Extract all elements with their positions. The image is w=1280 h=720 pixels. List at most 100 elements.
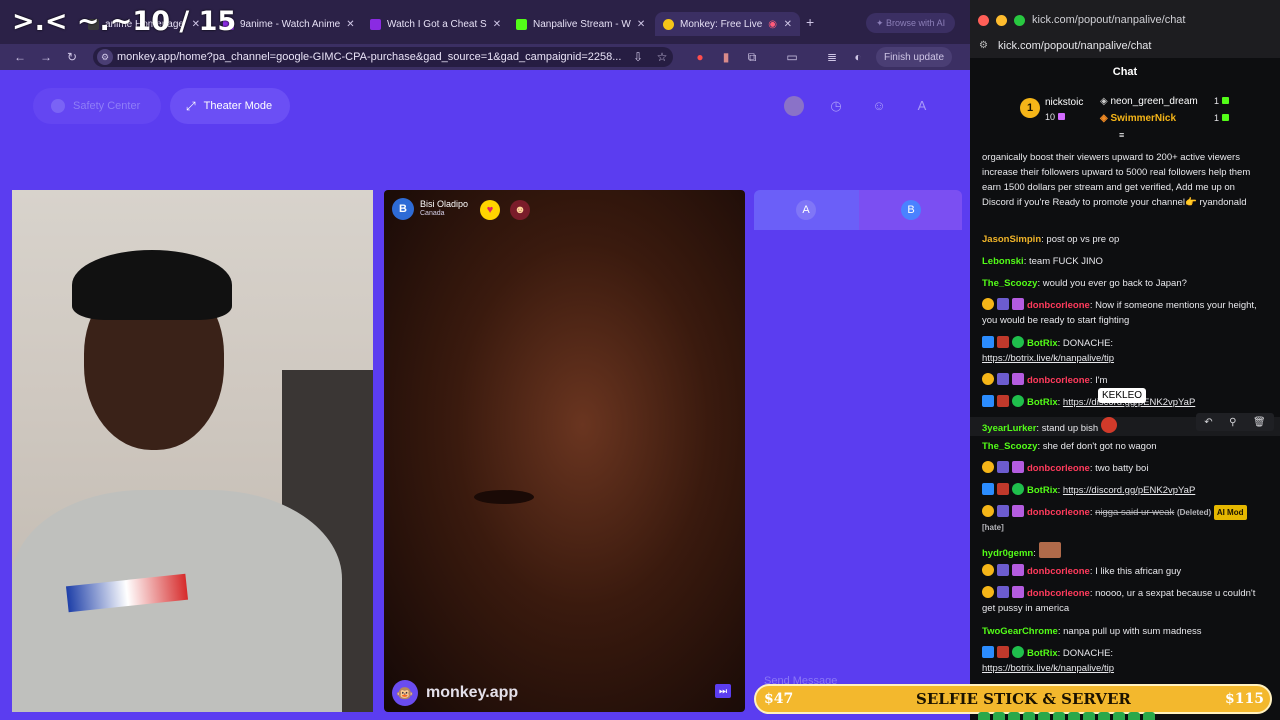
username[interactable]: TwoGearChrome: [982, 626, 1058, 637]
username[interactable]: donbcorleone: [1027, 300, 1090, 311]
bookmark-star-icon[interactable]: ☆: [654, 49, 670, 65]
close-icon[interactable]: ✕: [487, 19, 501, 30]
finish-update-button[interactable]: Finish update: [876, 47, 952, 67]
emote-icon: [978, 712, 990, 720]
history-clock-icon[interactable]: ◷: [826, 96, 846, 116]
emote-icon[interactable]: [1038, 542, 1061, 558]
eye: [474, 490, 534, 504]
ai-mod-tag: AI Mod: [1213, 505, 1247, 520]
site-info-icon[interactable]: ⚙: [979, 36, 988, 56]
new-tab-button[interactable]: +: [806, 14, 814, 30]
username[interactable]: Lebonski: [982, 256, 1024, 267]
chat-header: Chat: [1112, 66, 1138, 78]
gift-badge-icon: [1012, 461, 1024, 473]
username[interactable]: donbcorleone: [1027, 463, 1090, 474]
filter-icon[interactable]: ≡: [1119, 130, 1124, 140]
bot-badge-icon: [982, 336, 994, 348]
message-link[interactable]: https://discord.gg/pENK2vpYaP: [1063, 485, 1195, 496]
mod-badge-icon: [997, 395, 1009, 407]
close-icon[interactable]: ✕: [340, 19, 354, 30]
close-icon[interactable]: ✕: [778, 19, 792, 30]
tab-nanpalive[interactable]: Nanpalive Stream - W ✕: [508, 12, 648, 36]
heart-icon[interactable]: ♥: [480, 200, 500, 220]
count-value: 10: [1045, 112, 1056, 122]
extension-record-icon[interactable]: ●: [692, 49, 708, 65]
reload-icon[interactable]: ↻: [64, 49, 80, 65]
site-info-icon[interactable]: ⚙: [97, 49, 113, 65]
tab-monkey[interactable]: Monkey: Free Live ◉ ✕: [655, 12, 800, 36]
browse-with-ai-label: Browse with AI: [886, 18, 946, 28]
option-b-label: B: [901, 200, 921, 220]
maximize-window-icon[interactable]: [1014, 15, 1025, 26]
peer-name-block: Bisi Oladipo Canada: [420, 199, 468, 219]
mascot-icon[interactable]: ☻: [510, 200, 530, 220]
message-link[interactable]: https://botrix.live/k/nanpalive/tip: [982, 353, 1114, 364]
back-arrow-icon[interactable]: ←: [12, 49, 28, 65]
profile-initial[interactable]: A: [912, 96, 932, 116]
rank-badge: 1: [1020, 98, 1040, 118]
username[interactable]: donbcorleone: [1027, 566, 1090, 577]
username[interactable]: JasonSimpin: [982, 234, 1041, 245]
browse-with-ai-button[interactable]: ✦ Browse with AI: [866, 13, 956, 33]
kekleo-emote-icon[interactable]: [1100, 417, 1117, 433]
sidebar-icon[interactable]: ▭: [784, 49, 800, 65]
stream-overlay-counter: >.< ~.~10 / 15: [12, 6, 237, 37]
close-window-icon[interactable]: [978, 15, 989, 26]
chat-message: The_Scoozy: she def don't got no wagon: [982, 441, 1157, 452]
message-actions: ↶ ⚲ 🗑: [1196, 413, 1274, 431]
leaderboard-name[interactable]: nickstoic: [1045, 97, 1083, 108]
deleted-message-text: nigga said ur weak: [1095, 507, 1175, 518]
avatar-icon[interactable]: [784, 96, 804, 116]
sparkle-icon: ✦: [876, 18, 887, 28]
chat-message: donbcorleone: I'm: [982, 373, 1267, 388]
message-link[interactable]: https://botrix.live/k/nanpalive/tip: [982, 663, 1114, 674]
skip-next-icon[interactable]: ⏭: [715, 684, 731, 698]
tab-favicon-icon: [370, 18, 381, 30]
chat-message: Lebonski: team FUCK JINO: [982, 256, 1103, 267]
username[interactable]: The_Scoozy: [982, 278, 1037, 289]
safety-center-button[interactable]: Safety Center: [33, 88, 161, 124]
window-title: kick.com/popout/nanpalive/chat: [1032, 14, 1186, 26]
count-value: 1: [1214, 113, 1220, 123]
username[interactable]: The_Scoozy: [982, 441, 1037, 452]
username[interactable]: BotRix: [1027, 338, 1058, 349]
chat-address: ⚙ kick.com/popout/nanpalive/chat: [970, 36, 1280, 58]
extension-icon[interactable]: ▮: [718, 49, 734, 65]
delete-icon[interactable]: 🗑: [1253, 417, 1266, 428]
address-bar[interactable]: ⚙ monkey.app/home?pa_channel=google-GIMC…: [93, 47, 673, 67]
tab-label: 9anime - Watch Anime: [240, 18, 341, 30]
username[interactable]: 3yearLurker: [982, 423, 1036, 434]
forward-arrow-icon[interactable]: →: [38, 49, 54, 65]
username[interactable]: donbcorleone: [1027, 507, 1090, 518]
browser-toolbar: ← → ↻ ⚙ monkey.app/home?pa_channel=googl…: [0, 44, 970, 70]
minimize-window-icon[interactable]: [996, 15, 1007, 26]
username[interactable]: hydr0gemn: [982, 548, 1033, 559]
promo-title: SELFIE STICK & SERVER: [916, 690, 1131, 708]
profile-icon[interactable]: ◐: [850, 49, 866, 65]
chat-message: BotRix: DONACHE: https://botrix.live/k/na…: [982, 336, 1115, 364]
tab-label: Nanpalive Stream - W: [533, 18, 631, 30]
reply-icon[interactable]: ↶: [1204, 417, 1212, 428]
chat-bubble-icon[interactable]: ☺: [869, 96, 889, 116]
self-camera-feed: [12, 190, 373, 712]
pin-icon[interactable]: ⚲: [1229, 417, 1236, 428]
close-icon[interactable]: ✕: [631, 19, 645, 30]
leaderboard-name[interactable]: ◈ SwimmerNick: [1100, 113, 1176, 124]
username[interactable]: donbcorleone: [1027, 588, 1090, 599]
gift-badge-icon: [1012, 564, 1024, 576]
leaderboard-name[interactable]: ◈ neon_green_dream: [1100, 96, 1198, 107]
username[interactable]: donbcorleone: [1027, 375, 1090, 386]
username[interactable]: BotRix: [1027, 397, 1058, 408]
message-text: I'm: [1095, 375, 1108, 386]
username[interactable]: BotRix: [1027, 485, 1058, 496]
tab-cheat[interactable]: Watch I Got a Cheat S ✕: [362, 12, 502, 36]
extensions-puzzle-icon[interactable]: ⧉: [744, 49, 760, 65]
option-b-button[interactable]: B: [859, 190, 962, 230]
theater-mode-button[interactable]: ⤢ Theater Mode: [170, 88, 290, 124]
leaderboard-count: 1: [1214, 96, 1230, 106]
username[interactable]: BotRix: [1027, 648, 1058, 659]
option-a-label: A: [796, 200, 816, 220]
media-icon[interactable]: ≣: [824, 49, 840, 65]
option-a-button[interactable]: A: [754, 190, 859, 230]
install-icon[interactable]: ⇩: [630, 49, 646, 65]
